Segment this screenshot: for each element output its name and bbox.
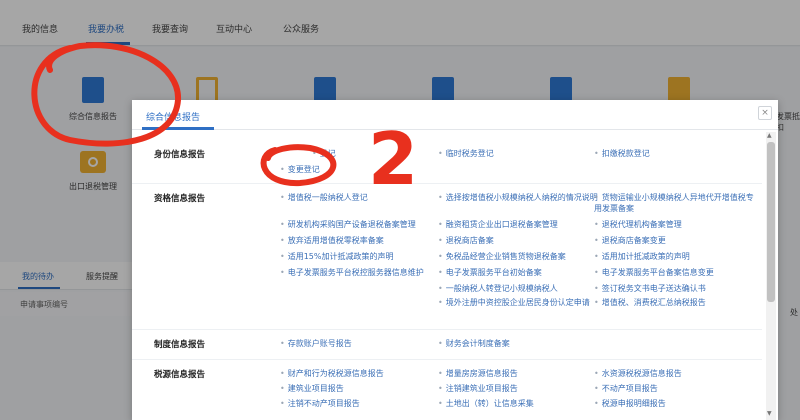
section-identity-report: 身份信息报告 • 登记 • 临时税务登记 • 扣缴税款登记 • 变更登记 [132,140,762,184]
link-deposit-account[interactable]: • 存款账户账号报告 [280,338,440,349]
link-temp-registration[interactable]: • 临时税务登记 [438,148,598,159]
link-transport-invoice[interactable]: • 货物运输业小规模纳税人异地代开增值税专用发票备案 [594,192,754,214]
link-property-tax-source[interactable]: • 财产和行为税税源信息报告 [280,368,440,379]
link-duty-free-refund[interactable]: • 免税品经营企业销售货物退税备案 [438,251,598,262]
link-resident-identity[interactable]: • 境外注册中资控股企业居民身份认定申请 [438,297,598,308]
link-einvoice-change[interactable]: • 电子发票服务平台备案信息变更 [594,267,754,278]
close-button[interactable]: × [758,106,772,120]
link-deduction-declaration[interactable]: • 适用加计抵减政策的声明 [594,251,754,262]
link-cancel-construction[interactable]: • 注销建筑业项目报告 [438,383,598,394]
section-title: 资格信息报告 [154,194,206,204]
link-water-tax-source[interactable]: • 水资源税税源信息报告 [594,368,754,379]
link-new-housing[interactable]: • 增量房房源信息报告 [438,368,598,379]
section-qualification-report: 资格信息报告 • 增值税一般纳税人登记 • 选择按增值税小规模纳税人纳税的情况说明 … [132,184,762,330]
link-refund-store-change[interactable]: • 退税商店备案变更 [594,235,754,246]
link-construction-project[interactable]: • 建筑业项目报告 [280,383,440,394]
scroll-up-icon[interactable]: ▲ [767,132,772,139]
section-title: 身份信息报告 [154,150,206,160]
scrollbar-thumb[interactable] [767,142,775,302]
link-tax-source-detail[interactable]: • 税源申报明细报告 [594,398,754,409]
section-title: 税源信息报告 [154,370,206,380]
scroll-down-icon[interactable]: ▼ [767,410,772,417]
section-tax-source-report: 税源信息报告 • 财产和行为税税源信息报告 • 增量房房源信息报告 • 水资源税税源信… [132,360,762,420]
link-vat-consolidated[interactable]: • 增值税、消费税汇总纳税报告 [594,297,754,308]
link-general-to-small[interactable]: • 一般纳税人转登记小规模纳税人 [438,283,598,294]
link-cancel-real-estate[interactable]: • 注销不动产项目报告 [280,398,440,409]
comprehensive-report-modal: 综合信息报告 × ▲ ▼ 身份信息报告 • 登记 • 临时税务登记 • 扣缴税款登记 … [132,100,778,420]
link-zero-rate-waiver[interactable]: • 放弃适用增值税零税率备案 [280,235,440,246]
link-tax-server-maintenance[interactable]: • 电子发票服务平台税控服务器信息维护 [280,267,440,278]
link-change-registration[interactable]: • 变更登记 [280,164,440,175]
link-rd-equipment-refund[interactable]: • 研发机构采购国产设备退税备案管理 [280,219,440,230]
section-system-report: 制度信息报告 • 存款账户账号报告 • 财务会计制度备案 [132,330,762,360]
link-real-estate-project[interactable]: • 不动产项目报告 [594,383,754,394]
link-15pct-deduction[interactable]: • 适用15%加计抵减政策的声明 [280,251,440,262]
section-title: 制度信息报告 [154,340,206,350]
modal-header: 综合信息报告 × [132,100,778,130]
link-general-taxpayer[interactable]: • 增值税一般纳税人登记 [280,192,440,203]
link-accounting-system[interactable]: • 财务会计制度备案 [438,338,598,349]
link-leasing-refund[interactable]: • 融资租赁企业出口退税备案管理 [438,219,598,230]
link-land-transfer[interactable]: • 土地出（转）让信息采集 [438,398,598,409]
link-einvoice-initial[interactable]: • 电子发票服务平台初始备案 [438,267,598,278]
scrollbar[interactable]: ▲ ▼ [766,132,776,420]
modal-title[interactable]: 综合信息报告 [146,110,200,123]
link-e-delivery-confirm[interactable]: • 签订税务文书电子送达确认书 [594,283,754,294]
link-refund-agency[interactable]: • 退税代理机构备案管理 [594,219,754,230]
link-withholding-registration[interactable]: • 扣缴税款登记 [594,148,754,159]
modal-title-underline [142,127,214,130]
link-small-scale-choice[interactable]: • 选择按增值税小规模纳税人纳税的情况说明 [438,192,598,203]
link-refund-store[interactable]: • 退税商店备案 [438,235,598,246]
